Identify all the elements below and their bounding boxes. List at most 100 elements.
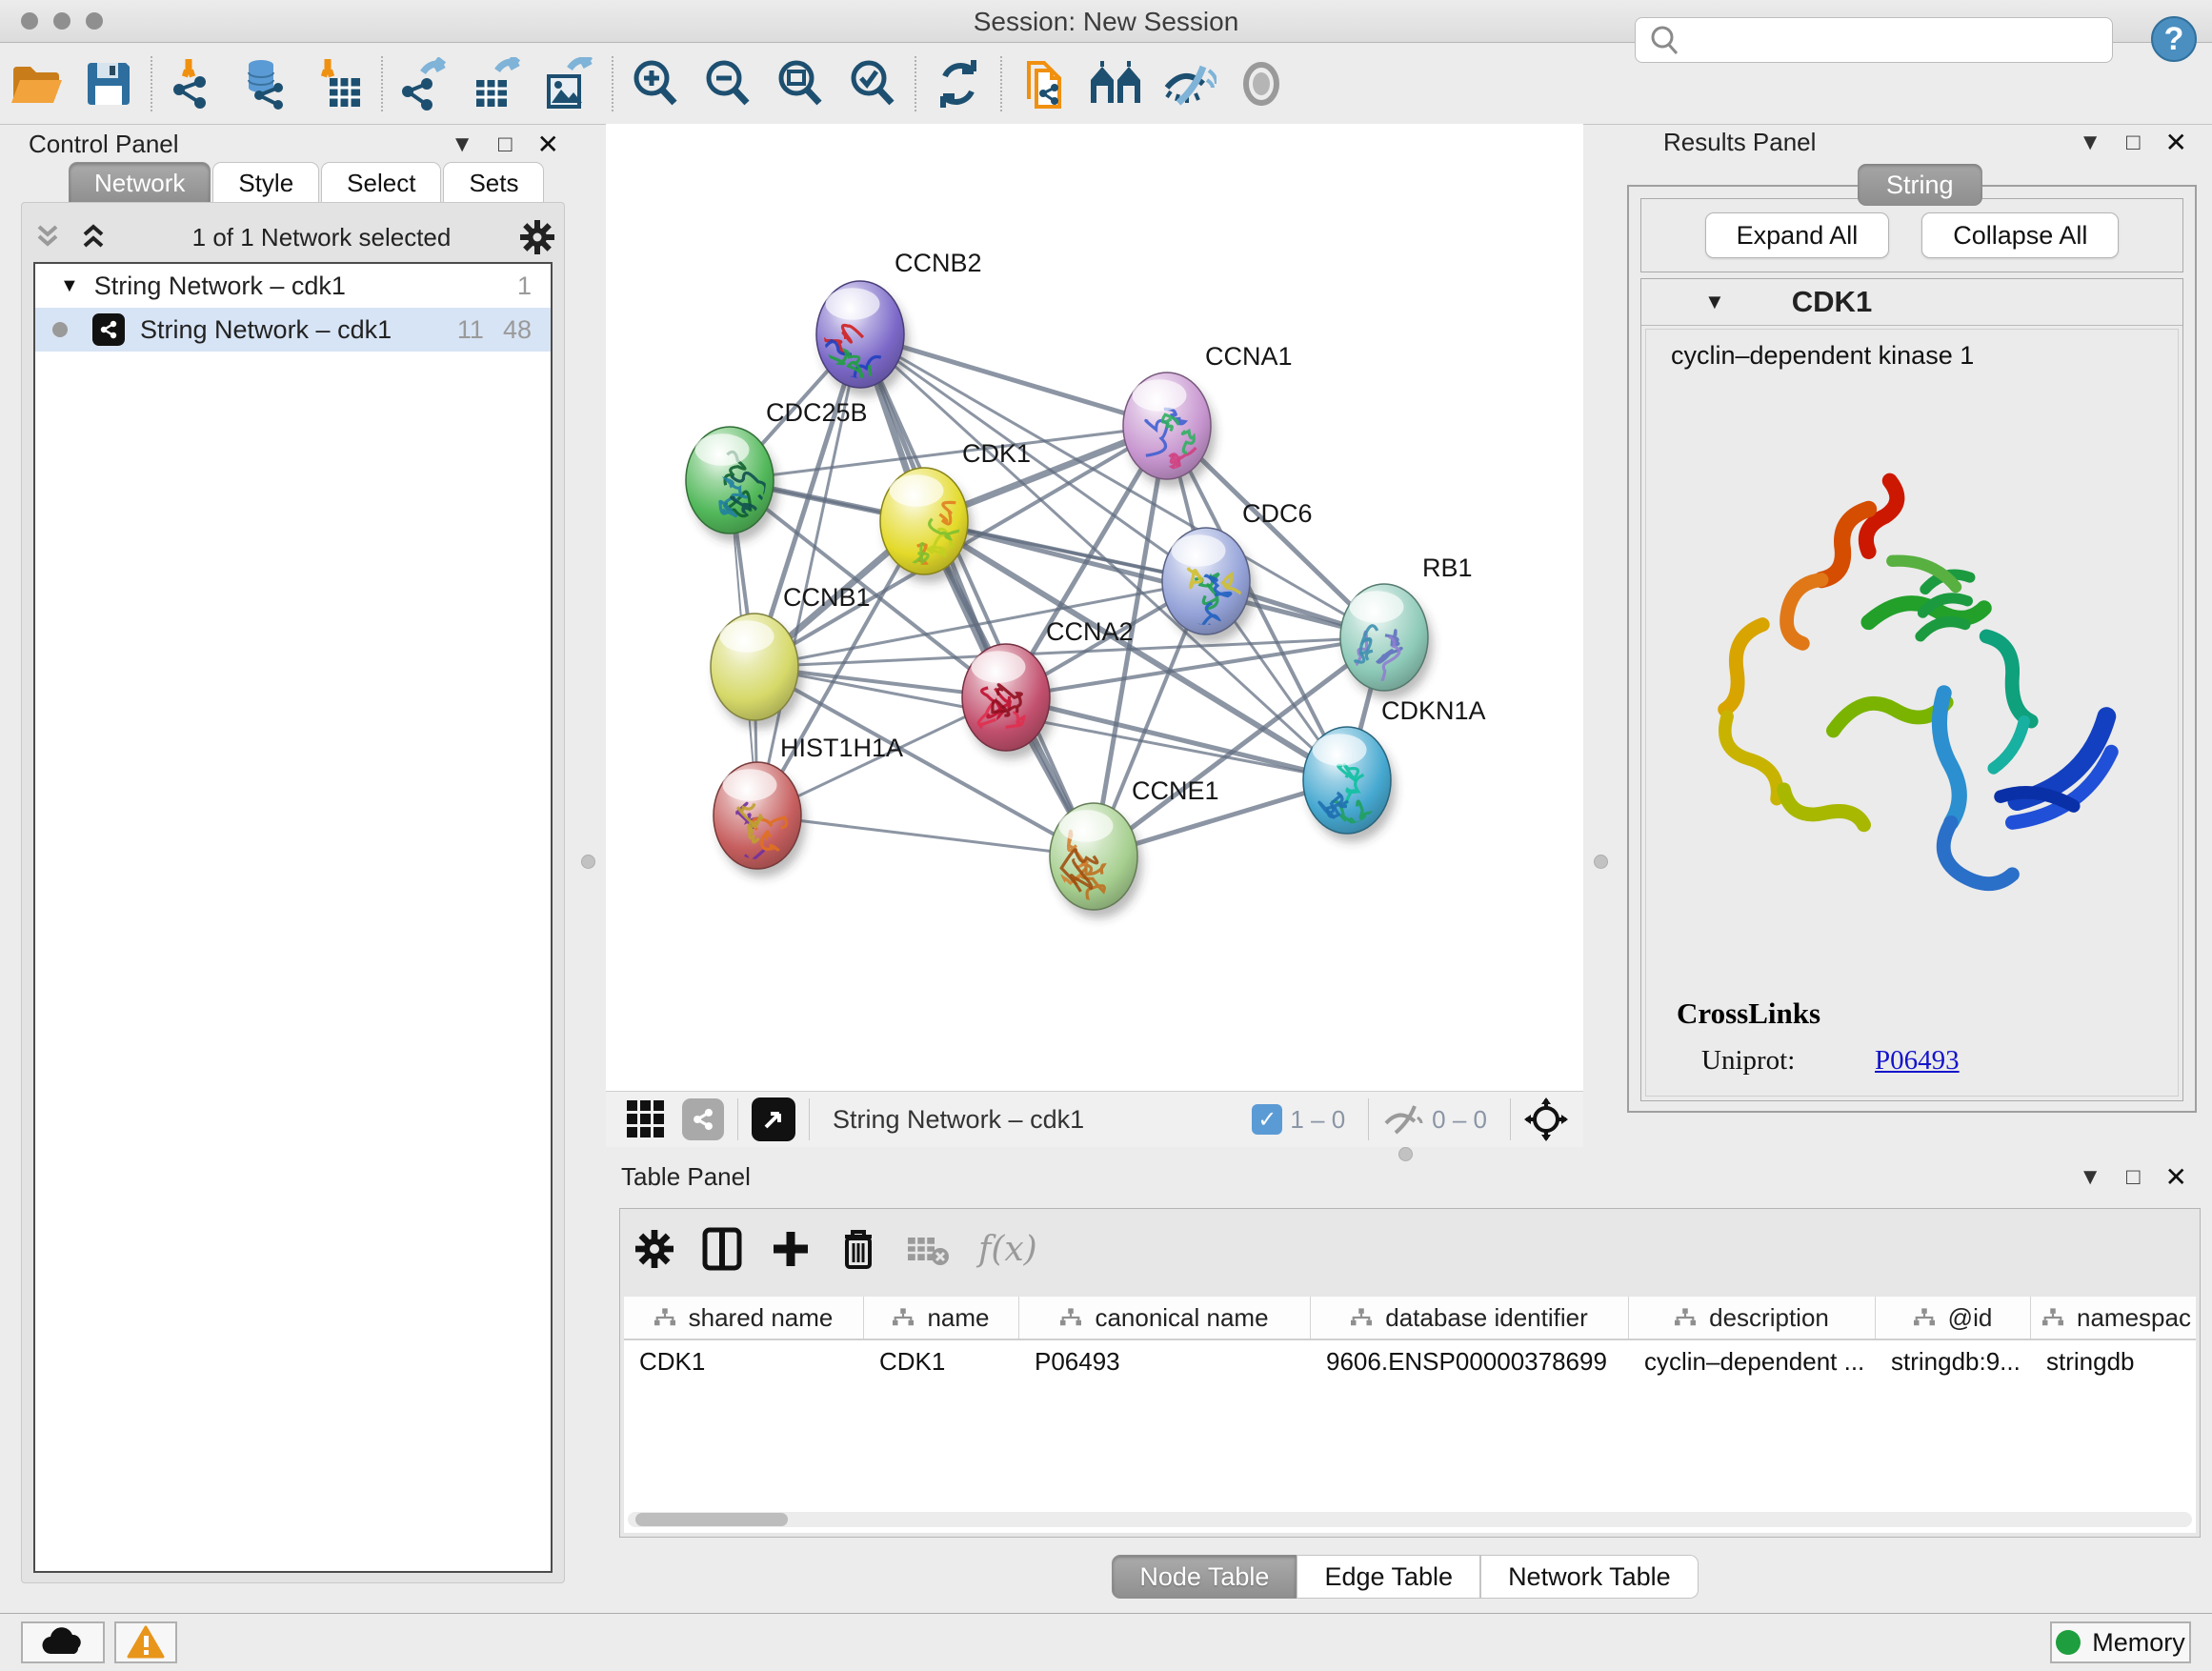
column-header-database-identifier[interactable]: database identifier [1311,1297,1629,1339]
collapse-all-button[interactable]: Collapse All [1921,212,2119,258]
export-network-button[interactable] [389,53,461,114]
show-eye-icon [1237,59,1286,109]
export-image-button[interactable] [533,53,606,114]
column-header-description[interactable]: description [1629,1297,1876,1339]
table-cell: stringdb [2031,1340,2196,1384]
control-panel-title: Control Panel [29,130,179,159]
network-collection-row[interactable]: ▼ String Network – cdk1 1 [35,264,551,308]
tab-select[interactable]: Select [321,162,441,203]
delete-column-trash-icon[interactable] [839,1227,877,1271]
crosslink-link[interactable]: P06493 [1875,1045,1960,1077]
hidden-nodes-edges-count: 0 – 0 [1432,1105,1487,1135]
apply-layout-button[interactable] [922,53,995,114]
network-view-canvas[interactable]: CCNB2CCNA1CDC25BCDK1CDC6RB1CCNB1CCNA2CDK… [606,124,1583,1091]
toolbar-separator [809,1098,810,1140]
table-panel-title: Table Panel [621,1162,751,1192]
expand-all-networks-icon[interactable] [77,223,110,252]
column-header-canonical-name[interactable]: canonical name [1019,1297,1311,1339]
crosslinks-title: CrossLinks [1677,997,2157,1031]
import-network-file-button[interactable] [158,53,231,114]
gene-entry-header[interactable]: ▼ CDK1 [1641,279,2182,326]
scrollbar-thumb[interactable] [635,1513,788,1526]
node-RB1[interactable]: RB1 [1340,554,1473,699]
export-table-button[interactable] [461,53,533,114]
create-column-icon[interactable] [771,1229,811,1269]
zoom-fit-button[interactable] [764,53,836,114]
tab-node-table[interactable]: Node Table [1112,1555,1297,1599]
gene-collapse-icon[interactable]: ▼ [1704,290,1725,314]
tab-edge-table[interactable]: Edge Table [1297,1555,1480,1599]
column-header-namespac[interactable]: namespac [2031,1297,2196,1339]
bottom-splitter-handle[interactable] [1398,1147,1413,1161]
node-HIST1H1A[interactable]: HIST1H1A [714,734,903,877]
right-splitter-handle[interactable] [1594,855,1608,869]
save-session-button[interactable] [72,53,145,114]
left-splitter-handle[interactable] [581,855,595,869]
table-panel-close-icon[interactable]: ✕ [2165,1164,2187,1191]
column-label: database identifier [1385,1303,1587,1333]
network-options-gear-icon[interactable] [520,220,554,254]
grid-view-button[interactable] [625,1098,667,1140]
clone-network-button[interactable] [1008,53,1080,114]
warnings-button[interactable] [114,1621,177,1663]
tab-style[interactable]: Style [212,162,319,203]
table-panel-menu-icon[interactable]: ▼ [2079,1166,2101,1189]
results-panel-close-icon[interactable]: ✕ [2165,130,2187,156]
search-input[interactable] [1687,20,2112,60]
tab-network-table[interactable]: Network Table [1480,1555,1699,1599]
collection-expand-icon[interactable]: ▼ [60,275,79,297]
node-CDKN1A[interactable]: CDKN1A [1303,696,1486,842]
cloud-status-button[interactable] [21,1621,105,1663]
import-network-database-button[interactable] [231,53,303,114]
node-CDC25B[interactable]: CDC25B [686,398,868,542]
tab-string[interactable]: String [1858,164,1982,206]
edge-HIST1H1A-CCNE1[interactable] [757,815,1094,856]
column-header-name[interactable]: name [864,1297,1019,1339]
control-panel-float-icon[interactable]: □ [498,133,513,156]
column-header-shared-name[interactable]: shared name [624,1297,864,1339]
node-label-CCNB2: CCNB2 [895,249,982,277]
table-horizontal-scrollbar[interactable] [628,1512,2192,1527]
protein-structure-image [1692,444,2140,958]
birds-eye-view-button[interactable] [1524,1097,1568,1141]
table-settings-gear-icon[interactable] [635,1230,674,1268]
help-button[interactable]: ? [2151,16,2197,62]
network-overview-button[interactable] [682,1098,724,1140]
edge-CDK1-RB1[interactable] [924,521,1384,637]
toolbar-separator [612,56,613,111]
table-panel-float-icon[interactable]: □ [2126,1166,2141,1189]
first-neighbors-button[interactable] [1080,53,1153,114]
import-table-button[interactable] [303,53,375,114]
collapse-all-networks-icon[interactable] [31,223,64,252]
zoom-in-button[interactable] [619,53,692,114]
tab-sets[interactable]: Sets [443,162,544,203]
crosslink-row: GeneCard:P06493 [1677,1091,2157,1097]
control-panel-menu-icon[interactable]: ▼ [451,133,473,156]
control-panel-close-icon[interactable]: ✕ [537,131,559,158]
detach-view-button[interactable] [752,1097,795,1141]
results-panel-float-icon[interactable]: □ [2126,131,2141,154]
open-session-button[interactable] [0,53,72,114]
column-header--id[interactable]: @id [1876,1297,2031,1339]
node-CCNE1[interactable]: CCNE1 [1050,776,1219,918]
memory-button[interactable]: Memory [2050,1621,2191,1663]
selected-indicator-checkbox[interactable]: ✓ [1252,1104,1282,1135]
zoom-selected-button[interactable] [836,53,909,114]
node-CCNB2[interactable]: CCNB2 [809,249,982,396]
network-label: String Network – cdk1 [140,315,392,345]
show-columns-icon[interactable] [702,1227,742,1271]
table-toolbar: f(x) [635,1218,1037,1279]
expand-all-button[interactable]: Expand All [1705,212,1890,258]
table-row[interactable]: CDK1CDK1P064939606.ENSP00000378699cyclin… [624,1340,2196,1384]
network-row[interactable]: String Network – cdk1 11 48 [35,308,551,352]
node-CCNA2[interactable]: CCNA2 [962,617,1134,759]
save-icon [84,59,133,109]
show-all-button[interactable] [1225,53,1297,114]
tab-network[interactable]: Network [69,162,211,203]
hide-selected-button[interactable] [1153,53,1225,114]
crosslink-link[interactable]: P06493 [1875,1091,1960,1097]
edge-CCNB2-CCNE1[interactable] [860,334,1094,856]
hidden-elements-icon [1382,1102,1424,1137]
zoom-out-button[interactable] [692,53,764,114]
results-panel-menu-icon[interactable]: ▼ [2079,131,2101,154]
